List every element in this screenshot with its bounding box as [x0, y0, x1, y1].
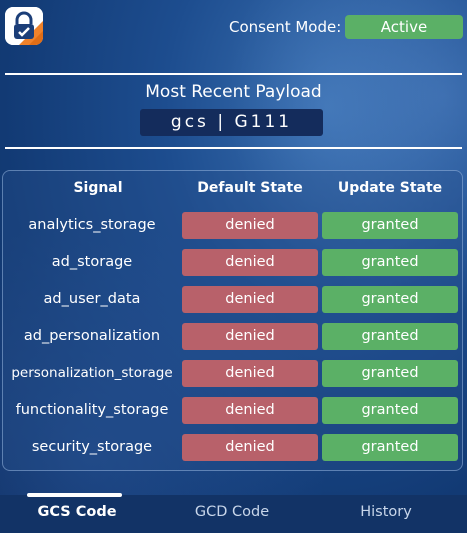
default-state-cell: denied — [182, 249, 318, 276]
signal-name: analytics_storage — [28, 217, 156, 233]
signal-name: personalization_storage — [11, 365, 173, 381]
active-tab-indicator — [27, 493, 122, 497]
consent-mode-label: Consent Mode: — [229, 18, 342, 36]
default-state-cell: denied — [182, 323, 318, 350]
column-header-update-state: Update State — [337, 180, 443, 196]
update-state-cell: granted — [322, 286, 458, 313]
update-state-cell: granted — [322, 397, 458, 424]
update-state-cell: granted — [322, 434, 458, 461]
default-state-cell: denied — [182, 434, 318, 461]
signal-name: security_storage — [31, 439, 153, 455]
tab-gcs-code[interactable]: GCS Code — [17, 504, 137, 520]
consent-status-badge: Active — [345, 15, 463, 39]
update-state-cell: granted — [322, 360, 458, 387]
update-state-cell: granted — [322, 212, 458, 239]
default-state-cell: denied — [182, 397, 318, 424]
top-bar: Consent Mode: Active — [0, 0, 467, 56]
update-state-cell: granted — [322, 323, 458, 350]
divider-middle — [5, 147, 462, 149]
signal-name: ad_personalization — [23, 328, 161, 344]
signal-name: ad_storage — [51, 254, 133, 270]
tab-history[interactable]: History — [326, 504, 446, 520]
tab-gcd-code[interactable]: GCD Code — [172, 504, 292, 520]
signal-name: functionality_storage — [15, 402, 169, 418]
column-header-signal: Signal — [73, 180, 123, 196]
lock-shield-logo-icon[interactable] — [5, 7, 43, 45]
update-state-cell: granted — [322, 249, 458, 276]
default-state-cell: denied — [182, 286, 318, 313]
payload-value: gcs | G111 — [140, 109, 323, 136]
default-state-cell: denied — [182, 212, 318, 239]
signal-name: ad_user_data — [43, 291, 141, 307]
payload-title: Most Recent Payload — [145, 82, 322, 102]
default-state-cell: denied — [182, 360, 318, 387]
divider-top — [5, 73, 462, 75]
column-header-default-state: Default State — [197, 180, 303, 196]
